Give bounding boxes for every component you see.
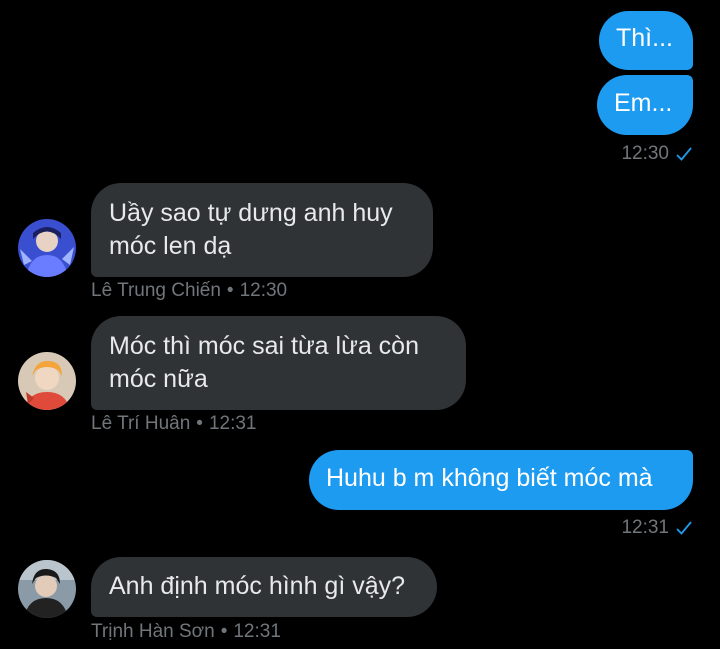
message-bubble-outgoing[interactable]: Huhu b m không biết móc mà: [309, 450, 693, 510]
sender-name[interactable]: Lê Trung Chiến: [91, 280, 221, 301]
message-bubble-incoming[interactable]: Móc thì móc sai từa lừa còn móc nữa: [91, 316, 466, 410]
message-time: 12:31: [621, 517, 669, 538]
message-text-line: móc nữa: [109, 365, 208, 393]
message-text: Em...: [614, 89, 673, 117]
message-meta-incoming: Trịnh Hàn Sơn • 12:31: [91, 620, 281, 644]
message-meta-incoming: Lê Trung Chiến • 12:30: [91, 279, 287, 303]
sender-name[interactable]: Lê Trí Huân: [91, 413, 190, 434]
message-text-line: móc len dạ: [109, 232, 232, 260]
message-time: 12:30: [239, 280, 288, 301]
separator: •: [226, 280, 234, 301]
separator: •: [220, 621, 228, 642]
check-icon: [675, 145, 693, 163]
sender-name[interactable]: Trịnh Hàn Sơn: [91, 621, 215, 642]
message-time: 12:31: [208, 413, 257, 434]
message-bubble-incoming[interactable]: Anh định móc hình gì vậy?: [91, 557, 437, 617]
message-bubble-outgoing[interactable]: Thì...: [599, 11, 693, 70]
message-bubble-incoming[interactable]: Uầy sao tự dưng anh huy móc len dạ: [91, 183, 433, 277]
message-text-line: Móc thì móc sai từa lừa còn: [109, 332, 419, 360]
avatar[interactable]: [18, 352, 76, 410]
message-text: Huhu b m không biết móc mà: [326, 464, 653, 492]
avatar[interactable]: [18, 219, 76, 277]
message-bubble-outgoing[interactable]: Em...: [597, 75, 693, 135]
message-meta-incoming: Lê Trí Huân • 12:31: [91, 412, 256, 436]
message-meta-outgoing: 12:30: [621, 142, 693, 166]
message-time: 12:30: [621, 143, 669, 164]
message-text: Thì...: [616, 24, 673, 52]
message-text-line: Uầy sao tự dưng anh huy: [109, 199, 393, 227]
check-icon: [675, 519, 693, 537]
message-text-line: Anh định móc hình gì vậy?: [109, 572, 406, 600]
message-meta-outgoing: 12:31: [621, 516, 693, 540]
message-time: 12:31: [233, 621, 281, 642]
avatar[interactable]: [18, 560, 76, 618]
separator: •: [196, 413, 203, 434]
chat-thread: Thì... Em... 12:30 Uầy sao tự dưng anh h…: [0, 0, 720, 649]
